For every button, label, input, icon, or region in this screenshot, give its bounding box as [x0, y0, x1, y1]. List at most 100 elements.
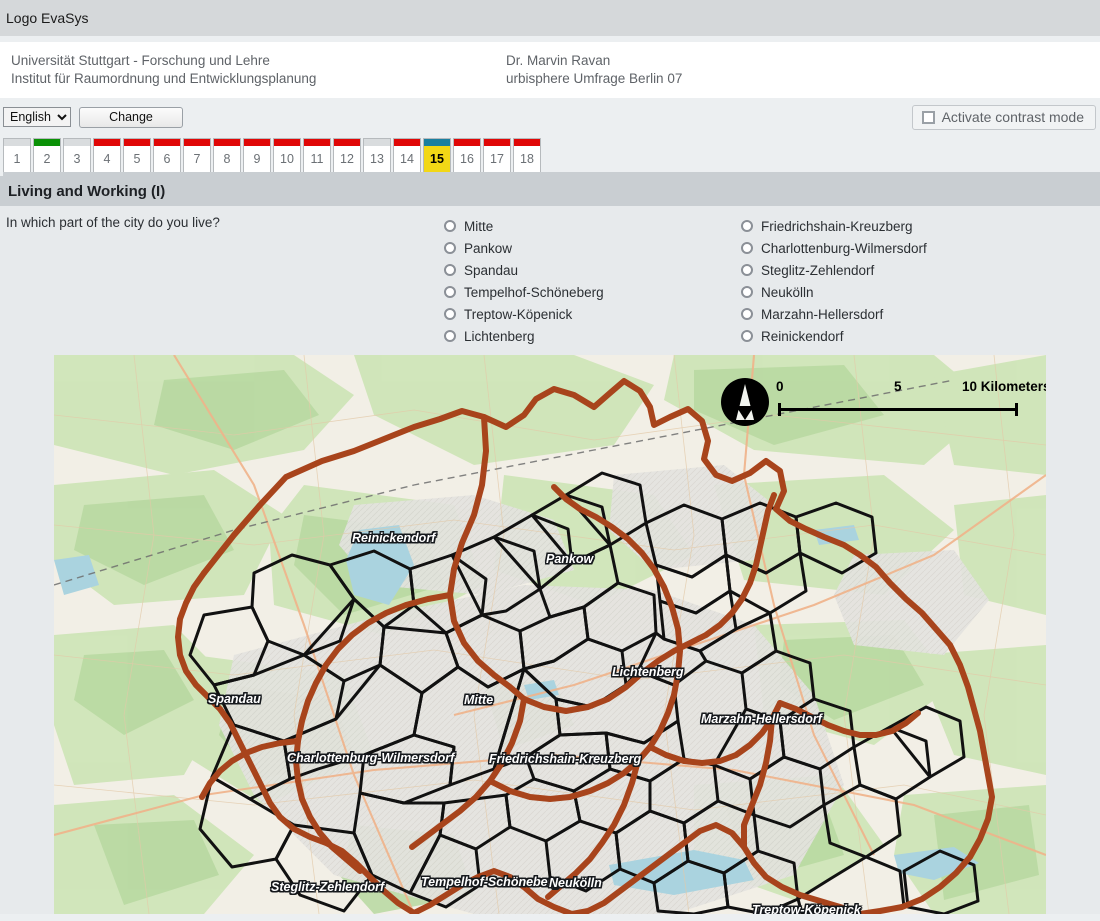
radio-button-icon[interactable] [444, 242, 456, 254]
map-label-lichtenberg: Lichtenberg [612, 665, 684, 679]
scale-tick-start [778, 403, 781, 416]
option-right-3[interactable]: Neukölln [741, 281, 1038, 303]
map-area: 0 5 10 Kilometers Reinickendorf Pankow Spa… [0, 355, 1100, 914]
page-tab-9[interactable]: 9 [243, 138, 271, 172]
institution-info-card: Universität Stuttgart - Forschung und Le… [0, 42, 1100, 98]
page-tab-8[interactable]: 8 [213, 138, 241, 172]
option-left-4[interactable]: Treptow-Köpenick [444, 303, 741, 325]
contrast-mode-toggle[interactable]: Activate contrast mode [911, 104, 1096, 130]
app-logo-text: Logo EvaSys [6, 10, 89, 26]
page-tab-3[interactable]: 3 [63, 138, 91, 172]
toolbar: English Change Activate contrast mode [0, 98, 1100, 136]
tab-status-bar [34, 139, 60, 146]
map-scale-bar: 0 5 10 Kilometers [776, 379, 1046, 421]
radio-button-icon[interactable] [741, 264, 753, 276]
option-right-2[interactable]: Steglitz-Zehlendorf [741, 259, 1038, 281]
map-label-spandau: Spandau [208, 692, 261, 706]
radio-button-icon[interactable] [444, 330, 456, 342]
page-tab-18[interactable]: 18 [513, 138, 541, 172]
option-column-left: Mitte Pankow Spandau Tempelhof-Schöneberg Tr… [444, 215, 741, 347]
tab-number: 14 [400, 152, 414, 166]
map-canvas [54, 355, 1046, 914]
tab-number: 17 [490, 152, 504, 166]
radio-button-icon[interactable] [741, 242, 753, 254]
institution-name: Universität Stuttgart - Forschung und Le… [11, 53, 270, 69]
tab-number: 8 [223, 152, 231, 166]
contrast-mode-label: Activate contrast mode [941, 109, 1084, 125]
option-left-5[interactable]: Lichtenberg [444, 325, 741, 347]
page-tab-6[interactable]: 6 [153, 138, 181, 172]
radio-button-icon[interactable] [444, 286, 456, 298]
checkbox-icon[interactable] [921, 110, 935, 124]
scale-ticks [776, 403, 1020, 416]
option-left-1[interactable]: Pankow [444, 237, 741, 259]
option-label: Mitte [464, 218, 494, 234]
tab-status-bar [214, 139, 240, 146]
map-label-pankow: Pankow [546, 552, 594, 566]
language-select[interactable]: English [3, 107, 71, 127]
logo-bar: Logo EvaSys [0, 0, 1100, 36]
tab-status-bar [454, 139, 480, 146]
map-label-charlottenburg-wilmersdorf: Charlottenburg-Wilmersdorf [287, 751, 455, 765]
change-language-button[interactable]: Change [79, 106, 183, 128]
radio-button-icon[interactable] [741, 220, 753, 232]
radio-button-icon[interactable] [741, 330, 753, 342]
tab-number: 11 [310, 152, 324, 166]
option-label: Steglitz-Zehlendorf [761, 262, 875, 278]
map-label-friedrichshain-kreuzberg: Friedrichshain-Kreuzberg [489, 752, 642, 766]
map-label-treptow-k-penick: Treptow-Köpenick [752, 903, 861, 914]
option-label: Treptow-Köpenick [464, 306, 573, 322]
tab-status-bar [514, 139, 540, 146]
scale-label-10: 10 Kilometers [962, 379, 1046, 394]
tab-number: 3 [73, 152, 81, 166]
tab-number: 13 [370, 152, 384, 166]
tab-status-bar [124, 139, 150, 146]
page-tab-13[interactable]: 13 [363, 138, 391, 172]
page-tab-4[interactable]: 4 [93, 138, 121, 172]
radio-button-icon[interactable] [444, 220, 456, 232]
tab-number: 12 [340, 152, 354, 166]
tab-number: 15 [430, 152, 444, 166]
option-label: Marzahn-Hellersdorf [761, 306, 884, 322]
page-tab-2[interactable]: 2 [33, 138, 61, 172]
radio-button-icon[interactable] [444, 264, 456, 276]
page-tab-10[interactable]: 10 [273, 138, 301, 172]
tab-number: 7 [193, 152, 201, 166]
page-tab-14[interactable]: 14 [393, 138, 421, 172]
page-tab-16[interactable]: 16 [453, 138, 481, 172]
page-tab-11[interactable]: 11 [303, 138, 331, 172]
option-label: Neukölln [761, 284, 814, 300]
page-tab-17[interactable]: 17 [483, 138, 511, 172]
radio-button-icon[interactable] [741, 308, 753, 320]
tab-number: 2 [43, 152, 51, 166]
option-left-3[interactable]: Tempelhof-Schöneberg [444, 281, 741, 303]
tab-status-bar [304, 139, 330, 146]
tab-number: 18 [520, 152, 534, 166]
page-tabs: 1 2 3 4 5 6 7 8 9 10 11 12 13 14 15 16 17 18 [3, 136, 1100, 172]
option-left-0[interactable]: Mitte [444, 215, 741, 237]
tab-status-bar [364, 139, 390, 146]
option-left-2[interactable]: Spandau [444, 259, 741, 281]
tab-status-bar [244, 139, 270, 146]
page-tab-5[interactable]: 5 [123, 138, 151, 172]
option-right-0[interactable]: Friedrichshain-Kreuzberg [741, 215, 1038, 237]
option-right-5[interactable]: Reinickendorf [741, 325, 1038, 347]
section-header: Living and Working (I) [0, 176, 1100, 206]
page-tab-12[interactable]: 12 [333, 138, 361, 172]
map-label-reinickendorf: Reinickendorf [352, 531, 436, 545]
option-label: Tempelhof-Schöneberg [464, 284, 604, 300]
page-tab-1[interactable]: 1 [3, 138, 31, 172]
tab-number: 4 [103, 152, 111, 166]
radio-button-icon[interactable] [444, 308, 456, 320]
tab-status-bar [274, 139, 300, 146]
radio-button-icon[interactable] [741, 286, 753, 298]
tab-number: 6 [163, 152, 171, 166]
option-right-1[interactable]: Charlottenburg-Wilmersdorf [741, 237, 1038, 259]
scale-rule [778, 408, 1018, 411]
berlin-district-map[interactable]: 0 5 10 Kilometers [54, 355, 1046, 914]
option-right-4[interactable]: Marzahn-Hellersdorf [741, 303, 1038, 325]
page-tab-7[interactable]: 7 [183, 138, 211, 172]
page-tab-15[interactable]: 15 [423, 138, 451, 172]
tab-status-bar [184, 139, 210, 146]
scale-tick-end [1015, 403, 1018, 416]
